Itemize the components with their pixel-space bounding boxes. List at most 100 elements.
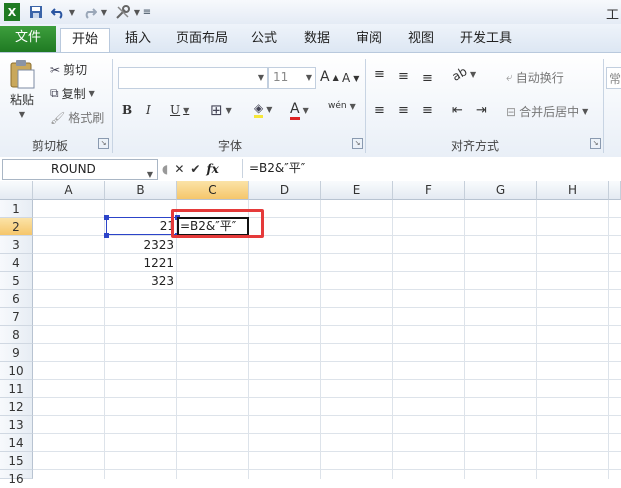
tab-insert[interactable]: 插入 bbox=[118, 28, 158, 52]
quick-access-toolbar: X ▼ ▼ ▼ ≡ 工 bbox=[0, 0, 621, 25]
enter-icon[interactable]: ✔ bbox=[190, 162, 200, 176]
row-header[interactable]: 13 bbox=[0, 416, 33, 434]
row-header[interactable]: 4 bbox=[0, 254, 33, 272]
tab-page-layout[interactable]: 页面布局 bbox=[170, 28, 234, 52]
borders-button[interactable]: ⊞ ▼ bbox=[210, 101, 232, 119]
row-header[interactable]: 14 bbox=[0, 434, 33, 452]
row-header[interactable]: 6 bbox=[0, 290, 33, 308]
separator bbox=[112, 59, 113, 153]
cut-button[interactable]: ✂ 剪切 bbox=[50, 61, 87, 78]
cancel-icon[interactable]: ✕ bbox=[174, 162, 184, 176]
cut-label: 剪切 bbox=[63, 63, 88, 77]
clipboard-launcher-icon[interactable]: ↘ bbox=[98, 138, 109, 149]
select-all-corner[interactable] bbox=[0, 181, 33, 200]
row-header[interactable]: 10 bbox=[0, 362, 33, 380]
tab-home[interactable]: 开始 bbox=[60, 28, 110, 53]
row-header[interactable]: 8 bbox=[0, 326, 33, 344]
gridline bbox=[33, 325, 621, 326]
cell-b4[interactable]: 1221 bbox=[105, 254, 176, 272]
column-header-f[interactable]: F bbox=[393, 181, 465, 200]
customize-icon[interactable]: ≡ bbox=[142, 3, 152, 21]
insert-function-icon[interactable]: fx bbox=[206, 162, 218, 176]
merge-center-button[interactable]: ⊟ 合并后居中 ▼ bbox=[506, 103, 588, 120]
align-top-button[interactable]: ≡ bbox=[374, 67, 385, 82]
orientation-button[interactable]: ab ▼ bbox=[450, 64, 477, 84]
column-header-e[interactable]: E bbox=[321, 181, 393, 200]
font-size-combo[interactable]: 11 ▼ bbox=[268, 67, 316, 89]
referenced-cell-b2[interactable]: 21 bbox=[106, 217, 178, 235]
excel-icon[interactable]: X bbox=[4, 3, 20, 21]
column-header-g[interactable]: G bbox=[465, 181, 537, 200]
row-header[interactable]: 9 bbox=[0, 344, 33, 362]
formula-input[interactable]: =B2&″平″ bbox=[242, 159, 621, 178]
increase-indent-button[interactable]: ⇥ bbox=[476, 103, 487, 118]
range-handle[interactable] bbox=[104, 233, 109, 238]
tab-review[interactable]: 审阅 bbox=[350, 28, 388, 52]
underline-button[interactable]: U ▼ bbox=[170, 103, 189, 117]
row-header[interactable]: 2 bbox=[0, 218, 33, 236]
format-painter-button[interactable]: 🖌 格式刷 bbox=[50, 109, 104, 126]
wrap-text-button[interactable]: ⤶ 自动换行 bbox=[506, 69, 564, 86]
number-format-combo[interactable]: 常 bbox=[606, 67, 621, 89]
tab-view[interactable]: 视图 bbox=[402, 28, 440, 52]
formula-bar: ROUND ▼ ◖ ✕ ✔ fx =B2&″平″ bbox=[0, 157, 621, 182]
merge-icon: ⊟ bbox=[506, 104, 517, 119]
wrap-text-icon: ⤶ bbox=[506, 70, 513, 84]
row-header[interactable]: 3 bbox=[0, 236, 33, 254]
row-header[interactable]: 7 bbox=[0, 308, 33, 326]
tab-file[interactable]: 文件 bbox=[0, 26, 56, 52]
decrease-indent-button[interactable]: ⇤ bbox=[452, 103, 463, 118]
grow-font-button[interactable]: A ▲ bbox=[320, 69, 339, 85]
row-header[interactable]: 5 bbox=[0, 272, 33, 290]
align-middle-button[interactable]: ≡ bbox=[398, 69, 409, 84]
align-left-button[interactable]: ≡ bbox=[374, 103, 385, 118]
column-header-d[interactable]: D bbox=[249, 181, 321, 200]
redo-icon[interactable] bbox=[82, 3, 98, 21]
cell-b3[interactable]: 2323 bbox=[105, 236, 176, 254]
row-header[interactable]: 15 bbox=[0, 452, 33, 470]
column-header-b[interactable]: B bbox=[105, 181, 177, 200]
align-bottom-button[interactable]: ≡ bbox=[422, 71, 433, 86]
name-box[interactable]: ROUND ▼ bbox=[2, 159, 158, 180]
separator bbox=[365, 59, 366, 153]
column-header-a[interactable]: A bbox=[33, 181, 105, 200]
tab-developer[interactable]: 开发工具 bbox=[454, 28, 518, 52]
clipboard-group-label: 剪切板 bbox=[31, 139, 68, 153]
row-header[interactable]: 16 bbox=[0, 470, 33, 486]
column-header-h[interactable]: H bbox=[537, 181, 609, 200]
row-header[interactable]: 11 bbox=[0, 380, 33, 398]
shrink-font-button[interactable]: A ▼ bbox=[342, 71, 359, 85]
column-header-c[interactable]: C bbox=[177, 181, 249, 200]
splitter-handle[interactable]: ◖ bbox=[162, 162, 168, 176]
row-header[interactable]: 1 bbox=[0, 200, 33, 218]
align-center-button[interactable]: ≡ bbox=[398, 103, 409, 118]
ribbon-home: 粘贴 ▼ ✂ 剪切 ⧉ 复制 ▼ 🖌 格式刷 剪切板 ↘ ▼ 11 ▼ A ▲ A… bbox=[0, 52, 621, 158]
fill-color-button[interactable]: ◈ ▼ bbox=[254, 101, 272, 118]
paste-icon bbox=[10, 60, 35, 89]
undo-icon[interactable] bbox=[50, 3, 66, 21]
tab-data[interactable]: 数据 bbox=[298, 28, 336, 52]
paste-button[interactable]: 粘贴 ▼ bbox=[8, 59, 36, 119]
font-color-button[interactable]: A ▼ bbox=[290, 101, 309, 120]
cell-b5[interactable]: 323 bbox=[105, 272, 176, 290]
annotation-highlight-box bbox=[171, 209, 264, 238]
tools-dropdown-icon[interactable]: ▼ bbox=[133, 3, 141, 21]
save-icon[interactable] bbox=[28, 3, 44, 21]
tools-icon[interactable] bbox=[114, 3, 132, 21]
row-header[interactable]: 12 bbox=[0, 398, 33, 416]
bold-button[interactable]: B bbox=[122, 103, 132, 117]
range-handle[interactable] bbox=[104, 215, 109, 220]
tab-formulas[interactable]: 公式 bbox=[246, 28, 282, 52]
italic-button[interactable]: I bbox=[146, 103, 151, 117]
phonetic-button[interactable]: wén ▼ bbox=[328, 101, 356, 111]
copy-button[interactable]: ⧉ 复制 ▼ bbox=[50, 85, 95, 102]
font-name-combo[interactable]: ▼ bbox=[118, 67, 268, 89]
gridline bbox=[33, 379, 621, 380]
undo-dropdown-icon[interactable]: ▼ bbox=[68, 3, 76, 21]
redo-dropdown-icon[interactable]: ▼ bbox=[100, 3, 108, 21]
font-launcher-icon[interactable]: ↘ bbox=[352, 138, 363, 149]
column-header-i[interactable] bbox=[609, 181, 621, 200]
copy-label: 复制 bbox=[61, 87, 86, 101]
align-right-button[interactable]: ≡ bbox=[422, 103, 433, 118]
alignment-launcher-icon[interactable]: ↘ bbox=[590, 138, 601, 149]
